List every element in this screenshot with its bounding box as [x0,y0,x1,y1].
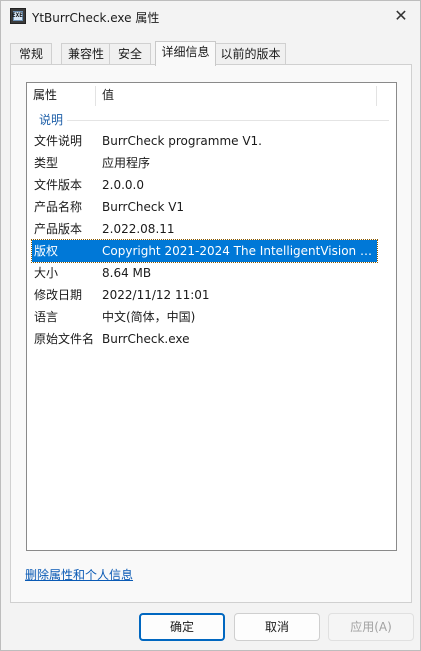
tab-general[interactable]: 常规 [10,43,52,65]
property-value: Copyright 2021-2024 The IntelligentVisio… [102,244,377,258]
property-value: BurrCheck.exe [102,332,190,346]
list-header: 属性 值 [27,83,396,108]
property-name: 产品版本 [34,222,83,236]
properties-dialog: EXE YtBurrCheck.exe 属性 ✕ 常规 兼容性 安全 详细信息 … [0,0,421,651]
property-name: 产品名称 [34,200,83,214]
group-description: 说明 [39,112,389,128]
cancel-button[interactable]: 取消 [234,613,320,641]
property-value: 2.0.0.0 [102,178,144,192]
property-name: 文件说明 [34,134,83,148]
close-icon: ✕ [394,6,408,25]
property-value: BurrCheck programme V1. [102,134,262,148]
ok-button[interactable]: 确定 [139,613,225,641]
property-name: 版权 [34,244,59,258]
window-title: YtBurrCheck.exe 属性 [32,11,160,25]
list-item[interactable]: 文件版本 2.0.0.0 [32,174,377,196]
property-name: 修改日期 [34,288,83,302]
property-value: 2022/11/12 11:01 [102,288,210,302]
list-item[interactable]: 产品版本 2.022.08.11 [32,218,377,240]
property-value: 应用程序 [102,156,151,170]
header-property[interactable]: 属性 [27,83,95,108]
property-name: 文件版本 [34,178,83,192]
tab-previous-versions[interactable]: 以前的版本 [215,43,286,65]
group-divider [67,120,389,121]
property-name: 类型 [34,156,59,170]
list-item[interactable]: 文件说明 BurrCheck programme V1. [32,130,377,152]
remove-properties-link[interactable]: 删除属性和个人信息 [25,566,133,583]
tab-security[interactable]: 安全 [109,43,151,65]
property-name: 原始文件名 [34,332,95,346]
exe-file-icon: EXE [10,8,26,24]
property-name: 大小 [34,266,59,280]
tab-compatibility[interactable]: 兼容性 [61,43,111,65]
list-item[interactable]: 产品名称 BurrCheck V1 [32,196,377,218]
property-value: 8.64 MB [102,266,152,280]
apply-button[interactable]: 应用(A) [328,613,414,641]
property-name: 语言 [34,310,59,324]
list-item-selected[interactable]: 版权 Copyright 2021-2024 The IntelligentVi… [31,239,378,263]
list-item[interactable]: 原始文件名 BurrCheck.exe [32,328,377,350]
close-button[interactable]: ✕ [388,5,414,29]
header-divider[interactable] [376,86,377,106]
list-item[interactable]: 大小 8.64 MB [32,262,377,284]
title-bar[interactable]: EXE YtBurrCheck.exe 属性 ✕ [1,1,420,33]
property-value: BurrCheck V1 [102,200,185,214]
header-value[interactable]: 值 [96,83,376,108]
exe-icon-label: EXE [12,12,23,19]
details-listview[interactable]: 属性 值 说明 文件说明 BurrCheck programme V1. 类型 … [26,82,397,551]
tab-details[interactable]: 详细信息 [155,41,216,66]
property-value: 2.022.08.11 [102,222,175,236]
tab-strip: 常规 兼容性 安全 详细信息 以前的版本 [10,41,412,66]
property-value: 中文(简体，中国) [102,310,196,324]
group-label: 说明 [39,113,64,127]
list-item[interactable]: 类型 应用程序 [32,152,377,174]
details-panel: 属性 值 说明 文件说明 BurrCheck programme V1. 类型 … [10,64,412,603]
list-item[interactable]: 修改日期 2022/11/12 11:01 [32,284,377,306]
list-item[interactable]: 语言 中文(简体，中国) [32,306,377,328]
